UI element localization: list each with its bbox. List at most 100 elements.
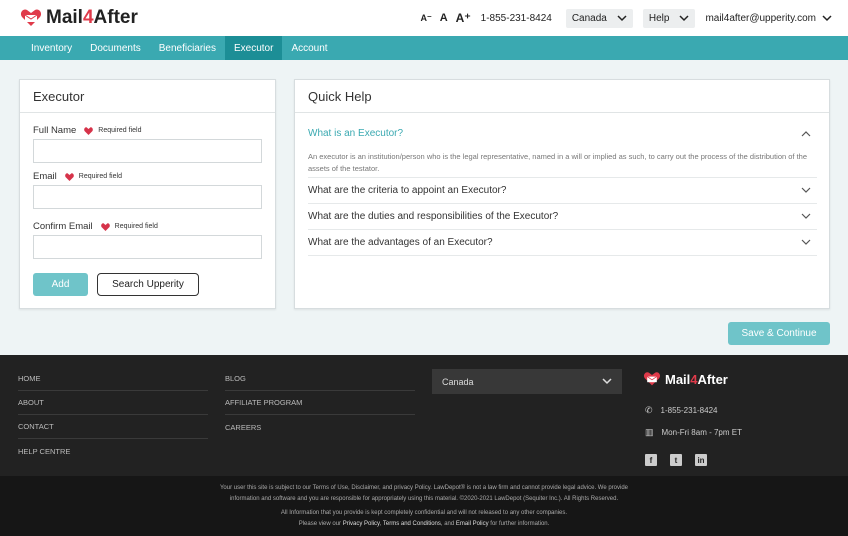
chevron-down-icon	[822, 14, 832, 21]
footer-hours: ▥ Mon-Fri 8am - 7pm ET	[645, 427, 742, 438]
footer-brand-logo[interactable]: Mail4After	[643, 371, 728, 387]
footer-links-col1: HOME ABOUT CONTACT HELP CENTRE	[18, 367, 208, 463]
font-increase-button[interactable]: A⁺	[456, 11, 471, 25]
footer-link-home[interactable]: HOME	[18, 367, 208, 391]
country-select-value: Canada	[571, 12, 607, 24]
faq-question-text: What are the duties and responsibilities…	[308, 211, 559, 222]
social-links: f t in	[645, 454, 707, 466]
email-label: Email Required field	[33, 171, 122, 182]
account-menu[interactable]: mail4after@upperity.com	[705, 13, 832, 24]
tab-account[interactable]: Account	[282, 36, 336, 60]
faq-question-text: What are the advantages of an Executor?	[308, 237, 493, 248]
legal-text: , and	[440, 521, 455, 527]
faq-question-text: What are the criteria to appoint an Exec…	[308, 185, 507, 196]
email-label-text: Email	[33, 171, 57, 182]
legal-line-4: Please view our Privacy Policy, Terms an…	[298, 521, 550, 527]
twitter-icon[interactable]: t	[670, 454, 682, 466]
required-text: Required field	[98, 127, 142, 134]
confirm-email-label-text: Confirm Email	[33, 221, 93, 232]
chevron-down-icon	[801, 187, 811, 193]
linkedin-icon[interactable]: in	[695, 454, 707, 466]
footer-country-select[interactable]: Canada	[432, 369, 622, 394]
faq-question-duties[interactable]: What are the duties and responsibilities…	[308, 204, 817, 230]
footer-phone-text: 1-855-231-8424	[660, 406, 718, 415]
chevron-down-icon	[801, 213, 811, 219]
chevron-down-icon	[602, 378, 612, 385]
quick-help-title: Quick Help	[295, 80, 829, 113]
faq-question-advantages[interactable]: What are the advantages of an Executor?	[308, 230, 817, 256]
required-indicator: Required field	[100, 222, 158, 231]
footer-links-col2: BLOG AFFILIATE PROGRAM CAREERS	[225, 367, 415, 439]
required-indicator: Required field	[84, 126, 142, 135]
confirm-email-input[interactable]	[33, 235, 262, 259]
heart-icon	[64, 172, 74, 181]
required-indicator: Required field	[64, 172, 122, 181]
add-button[interactable]: Add	[33, 273, 88, 296]
search-upperity-button[interactable]: Search Upperity	[97, 273, 199, 296]
footer-phone[interactable]: ✆ 1-855-231-8424	[645, 405, 717, 416]
font-normal-button[interactable]: A	[440, 12, 448, 24]
main-nav: Inventory Documents Beneficiaries Execut…	[0, 36, 848, 60]
footer-hours-text: Mon-Fri 8am - 7pm ET	[661, 428, 742, 437]
faq-list: What is an Executor? An executor is an i…	[308, 120, 817, 256]
font-decrease-button[interactable]: A⁻	[420, 13, 431, 24]
email-policy-link[interactable]: Email Policy	[456, 521, 489, 527]
chevron-up-icon	[801, 130, 811, 136]
help-select[interactable]: Help	[642, 8, 696, 28]
faq-question-text: What is an Executor?	[308, 127, 404, 139]
building-icon: ▥	[645, 427, 654, 437]
legal-text: Please view our	[298, 521, 342, 527]
footer-link-about[interactable]: ABOUT	[18, 391, 208, 415]
full-name-label-text: Full Name	[33, 125, 77, 136]
footer-link-blog[interactable]: BLOG	[225, 367, 415, 391]
footer-link-careers[interactable]: CAREERS	[225, 415, 415, 439]
brand-name: Mail4After	[46, 7, 138, 28]
email-input[interactable]	[33, 185, 262, 209]
account-email: mail4after@upperity.com	[705, 12, 816, 24]
legal-line-2: information and software and you are res…	[229, 496, 619, 502]
faq-question-what-is-executor[interactable]: What is an Executor?	[308, 120, 817, 146]
footer: HOME ABOUT CONTACT HELP CENTRE BLOG AFFI…	[0, 355, 848, 536]
footer-link-help-centre[interactable]: HELP CENTRE	[18, 439, 208, 463]
footer-link-contact[interactable]: CONTACT	[18, 415, 208, 439]
faq-answer: An executor is an institution/person who…	[308, 146, 817, 178]
footer-link-affiliate[interactable]: AFFILIATE PROGRAM	[225, 391, 415, 415]
legal-line-1: Your user this site is subject to our Te…	[219, 485, 629, 491]
chevron-down-icon	[679, 14, 689, 21]
quick-help-panel: Quick Help What is an Executor? An execu…	[294, 79, 830, 309]
chevron-down-icon	[801, 239, 811, 245]
country-select[interactable]: Canada	[565, 8, 633, 28]
full-name-input[interactable]	[33, 139, 262, 163]
brand-logo[interactable]: Mail4After	[20, 7, 138, 29]
confirm-email-label: Confirm Email Required field	[33, 221, 158, 232]
footer-country-value: Canada	[442, 376, 474, 387]
legal-line-3: All Information that you provide is kept…	[280, 510, 568, 516]
executor-panel-title: Executor	[20, 80, 275, 113]
tab-documents[interactable]: Documents	[81, 36, 150, 60]
terms-conditions-link[interactable]: Terms and Conditions	[383, 521, 441, 527]
save-continue-button[interactable]: Save & Continue	[728, 322, 830, 345]
required-text: Required field	[114, 223, 158, 230]
header-utilities: A⁻ A A⁺ 1-855-231-8424 Canada Help mail4…	[420, 8, 832, 28]
legal-text: for further information.	[490, 521, 550, 527]
privacy-policy-link[interactable]: Privacy Policy	[343, 521, 380, 527]
top-bar: Mail4After A⁻ A A⁺ 1-855-231-8424 Canada…	[0, 0, 848, 36]
footer-legal: Your user this site is subject to our Te…	[0, 476, 848, 536]
tab-inventory[interactable]: Inventory	[22, 36, 81, 60]
full-name-label: Full Name Required field	[33, 125, 142, 136]
heart-envelope-icon	[643, 372, 661, 386]
required-text: Required field	[78, 173, 122, 180]
faq-question-criteria[interactable]: What are the criteria to appoint an Exec…	[308, 178, 817, 204]
heart-icon	[84, 126, 94, 135]
chevron-down-icon	[617, 14, 627, 21]
header-phone[interactable]: 1-855-231-8424	[481, 13, 552, 24]
heart-icon	[100, 222, 110, 231]
phone-icon: ✆	[645, 405, 653, 415]
help-select-value: Help	[648, 12, 670, 24]
tab-beneficiaries[interactable]: Beneficiaries	[150, 36, 225, 60]
executor-panel: Executor Full Name Required field Email …	[19, 79, 276, 309]
font-size-controls: A⁻ A A⁺	[420, 11, 470, 25]
footer-brand-name: Mail4After	[665, 371, 728, 387]
facebook-icon[interactable]: f	[645, 454, 657, 466]
tab-executor[interactable]: Executor	[224, 36, 283, 60]
